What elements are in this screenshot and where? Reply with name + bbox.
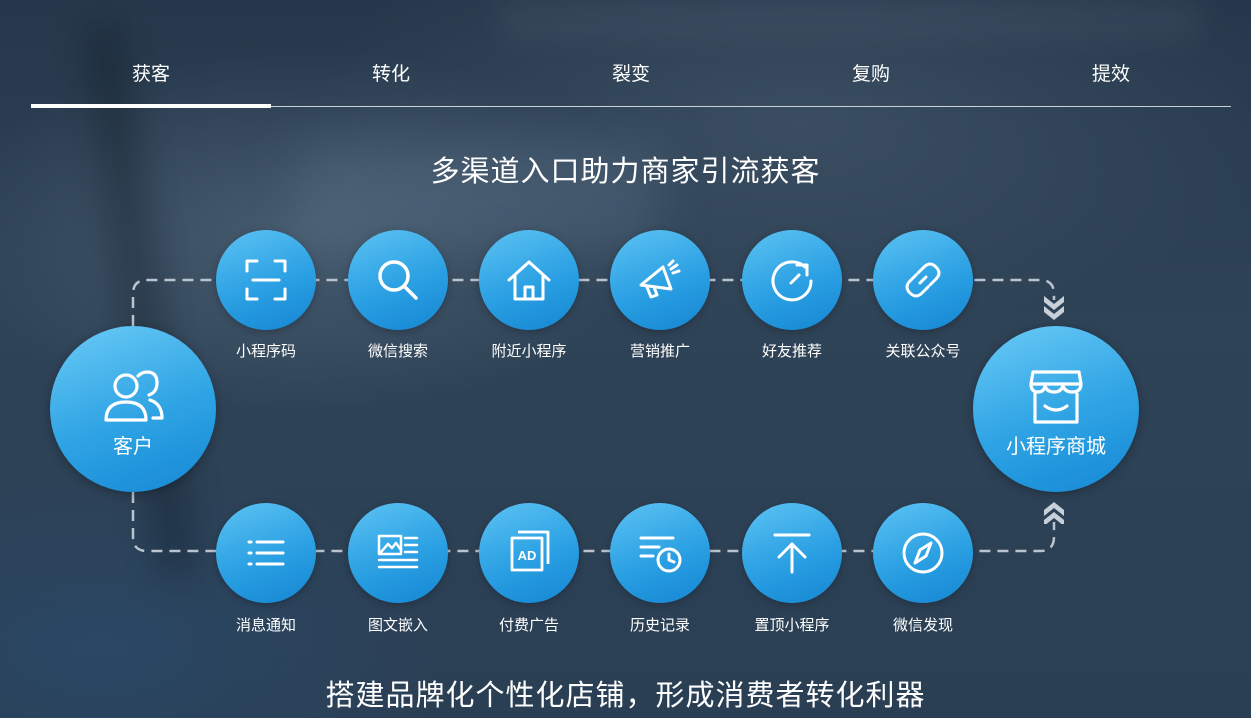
store-icon	[1029, 370, 1083, 424]
home-icon	[507, 260, 551, 301]
channel-article-embed[interactable]	[348, 503, 448, 603]
list-icon	[247, 540, 285, 566]
channel-wechat-discover[interactable]	[873, 503, 973, 603]
bottom-title: 搭建品牌化个性化店铺，形成消费者转化利器	[325, 678, 926, 712]
channel-mini-program-code[interactable]	[216, 230, 316, 330]
channel-label: 好友推荐	[761, 342, 822, 360]
channel-marketing[interactable]	[610, 230, 710, 330]
channel-label: 微信发现	[892, 616, 953, 634]
channel-nearby-mini-program[interactable]	[479, 230, 579, 330]
channel-message-notice[interactable]	[216, 503, 316, 603]
store-node[interactable]: 小程序商城	[973, 326, 1139, 492]
channel-label: 营销推广	[629, 342, 690, 360]
channel-wechat-search[interactable]	[348, 230, 448, 330]
channel-label: 历史记录	[629, 616, 690, 634]
pin-top-icon	[773, 533, 811, 574]
arrow-up-icon	[1040, 496, 1068, 528]
store-label: 小程序商城	[1006, 434, 1106, 458]
channel-linked-official-account[interactable]	[873, 230, 973, 330]
channel-label: 图文嵌入	[367, 616, 428, 634]
channel-label: 置顶小程序	[754, 616, 830, 634]
channel-friend-recommend[interactable]	[742, 230, 842, 330]
customer-label: 客户	[113, 434, 153, 458]
scan-icon	[245, 259, 287, 301]
refresh-icon	[771, 260, 813, 302]
channel-pin-mini-program[interactable]	[742, 503, 842, 603]
channel-label: 微信搜索	[367, 342, 428, 360]
history-icon	[639, 536, 682, 573]
channel-label: 关联公众号	[885, 342, 961, 360]
channel-label: 小程序码	[235, 342, 296, 360]
users-icon	[104, 370, 164, 422]
arrow-down-icon	[1040, 292, 1068, 324]
customer-node[interactable]: 客户	[50, 326, 216, 492]
image-text-icon	[377, 534, 419, 569]
link-icon	[905, 262, 941, 298]
compass-icon	[902, 532, 944, 574]
channel-label: 消息通知	[235, 616, 296, 634]
channel-label: 付费广告	[498, 616, 559, 634]
channel-paid-ads[interactable]: AD	[479, 503, 579, 603]
ad-icon: AD	[510, 530, 550, 572]
search-icon	[378, 260, 418, 300]
channel-history[interactable]	[610, 503, 710, 603]
svg-text:AD: AD	[518, 548, 537, 563]
channel-label: 附近小程序	[491, 342, 567, 360]
megaphone-icon	[639, 259, 681, 299]
